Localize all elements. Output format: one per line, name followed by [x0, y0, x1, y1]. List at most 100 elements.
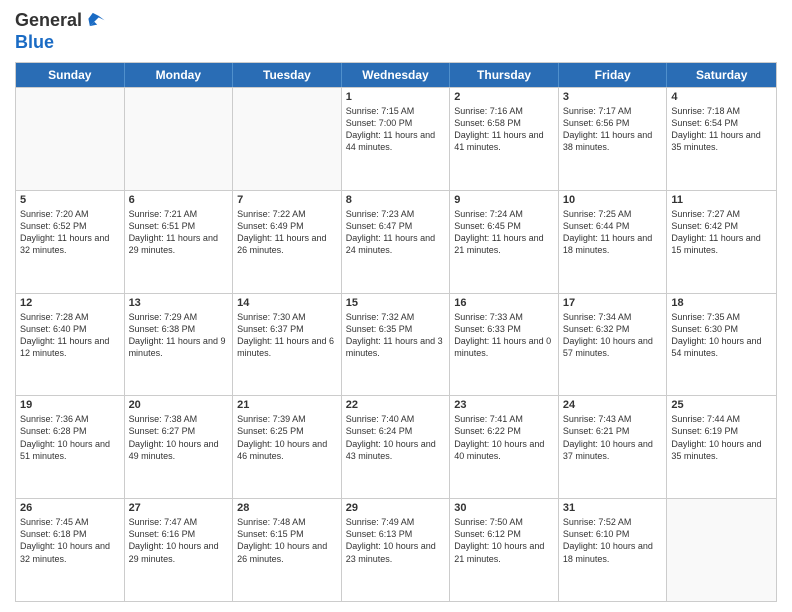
calendar-cell: 16Sunrise: 7:33 AM Sunset: 6:33 PM Dayli…	[450, 294, 559, 396]
calendar-cell: 28 Sunrise: 7:48 AM Sunset: 6:15 PM Dayli…	[233, 499, 342, 601]
day-number: 8	[346, 194, 446, 206]
calendar-cell: 2Sunrise: 7:16 AM Sunset: 6:58 PM Daylig…	[450, 88, 559, 190]
calendar-row: 5Sunrise: 7:20 AM Sunset: 6:52 PM Daylig…	[16, 190, 776, 293]
calendar-cell	[16, 88, 125, 190]
calendar-cell: 4 Sunrise: 7:18 AM Sunset: 6:54 PM Daylig…	[667, 88, 776, 190]
day-number: 4	[671, 91, 772, 103]
day-number: 3	[563, 91, 663, 103]
day-info: Sunrise: 7:52 AM Sunset: 6:10 PM Dayligh…	[563, 516, 663, 565]
day-number: 19	[20, 399, 120, 411]
day-info: Sunrise: 7:24 AM Sunset: 6:45 PM Dayligh…	[454, 208, 554, 257]
day-info: Sunrise: 7:23 AM Sunset: 6:47 PM Dayligh…	[346, 208, 446, 257]
day-info: Sunrise: 7:29 AM Sunset: 6:38 PM Dayligh…	[129, 311, 229, 360]
calendar-cell: 30Sunrise: 7:50 AM Sunset: 6:12 PM Dayli…	[450, 499, 559, 601]
day-info: Sunrise: 7:45 AM Sunset: 6:18 PM Dayligh…	[20, 516, 120, 565]
weekday-header: Friday	[559, 63, 668, 87]
day-info: Sunrise: 7:35 AM Sunset: 6:30 PM Dayligh…	[671, 311, 772, 360]
calendar-cell: 15 Sunrise: 7:32 AM Sunset: 6:35 PM Dayli…	[342, 294, 451, 396]
day-number: 28	[237, 502, 337, 514]
calendar-cell: 8 Sunrise: 7:23 AM Sunset: 6:47 PM Daylig…	[342, 191, 451, 293]
day-number: 22	[346, 399, 446, 411]
day-number: 9	[454, 194, 554, 206]
day-number: 1	[346, 91, 446, 103]
calendar-cell: 10 Sunrise: 7:25 AM Sunset: 6:44 PM Dayli…	[559, 191, 668, 293]
day-info: Sunrise: 7:22 AM Sunset: 6:49 PM Dayligh…	[237, 208, 337, 257]
calendar-cell	[233, 88, 342, 190]
day-info: Sunrise: 7:36 AM Sunset: 6:28 PM Dayligh…	[20, 413, 120, 462]
day-number: 16	[454, 297, 554, 309]
calendar-cell	[125, 88, 234, 190]
day-info: Sunrise: 7:20 AM Sunset: 6:52 PM Dayligh…	[20, 208, 120, 257]
calendar-cell: 20Sunrise: 7:38 AM Sunset: 6:27 PM Dayli…	[125, 396, 234, 498]
calendar-cell: 22 Sunrise: 7:40 AM Sunset: 6:24 PM Dayli…	[342, 396, 451, 498]
calendar-cell: 11Sunrise: 7:27 AM Sunset: 6:42 PM Dayli…	[667, 191, 776, 293]
calendar-cell: 25Sunrise: 7:44 AM Sunset: 6:19 PM Dayli…	[667, 396, 776, 498]
calendar-cell: 12 Sunrise: 7:28 AM Sunset: 6:40 PM Dayli…	[16, 294, 125, 396]
day-number: 26	[20, 502, 120, 514]
calendar-cell: 9 Sunrise: 7:24 AM Sunset: 6:45 PM Daylig…	[450, 191, 559, 293]
logo-bird-icon	[84, 10, 106, 32]
day-info: Sunrise: 7:47 AM Sunset: 6:16 PM Dayligh…	[129, 516, 229, 565]
calendar-cell: 1 Sunrise: 7:15 AM Sunset: 7:00 PM Daylig…	[342, 88, 451, 190]
day-info: Sunrise: 7:30 AM Sunset: 6:37 PM Dayligh…	[237, 311, 337, 360]
weekday-header: Thursday	[450, 63, 559, 87]
day-number: 10	[563, 194, 663, 206]
calendar-cell: 29Sunrise: 7:49 AM Sunset: 6:13 PM Dayli…	[342, 499, 451, 601]
day-info: Sunrise: 7:25 AM Sunset: 6:44 PM Dayligh…	[563, 208, 663, 257]
logo-blue: Blue	[15, 32, 106, 54]
day-number: 6	[129, 194, 229, 206]
day-info: Sunrise: 7:32 AM Sunset: 6:35 PM Dayligh…	[346, 311, 446, 360]
day-info: Sunrise: 7:18 AM Sunset: 6:54 PM Dayligh…	[671, 105, 772, 154]
weekday-header: Saturday	[667, 63, 776, 87]
day-number: 18	[671, 297, 772, 309]
calendar-cell: 18 Sunrise: 7:35 AM Sunset: 6:30 PM Dayli…	[667, 294, 776, 396]
day-info: Sunrise: 7:34 AM Sunset: 6:32 PM Dayligh…	[563, 311, 663, 360]
weekday-header: Wednesday	[342, 63, 451, 87]
calendar-cell: 17 Sunrise: 7:34 AM Sunset: 6:32 PM Dayli…	[559, 294, 668, 396]
day-number: 12	[20, 297, 120, 309]
day-info: Sunrise: 7:40 AM Sunset: 6:24 PM Dayligh…	[346, 413, 446, 462]
calendar-cell: 5Sunrise: 7:20 AM Sunset: 6:52 PM Daylig…	[16, 191, 125, 293]
day-number: 17	[563, 297, 663, 309]
day-info: Sunrise: 7:16 AM Sunset: 6:58 PM Dayligh…	[454, 105, 554, 154]
calendar-cell	[667, 499, 776, 601]
calendar-header: SundayMondayTuesdayWednesdayThursdayFrid…	[16, 63, 776, 87]
day-info: Sunrise: 7:43 AM Sunset: 6:21 PM Dayligh…	[563, 413, 663, 462]
day-info: Sunrise: 7:15 AM Sunset: 7:00 PM Dayligh…	[346, 105, 446, 154]
calendar-cell: 13Sunrise: 7:29 AM Sunset: 6:38 PM Dayli…	[125, 294, 234, 396]
day-number: 7	[237, 194, 337, 206]
calendar-cell: 23 Sunrise: 7:41 AM Sunset: 6:22 PM Dayli…	[450, 396, 559, 498]
day-info: Sunrise: 7:48 AM Sunset: 6:15 PM Dayligh…	[237, 516, 337, 565]
logo: General Blue	[15, 10, 106, 54]
day-info: Sunrise: 7:21 AM Sunset: 6:51 PM Dayligh…	[129, 208, 229, 257]
day-number: 29	[346, 502, 446, 514]
day-info: Sunrise: 7:27 AM Sunset: 6:42 PM Dayligh…	[671, 208, 772, 257]
calendar-row: 19 Sunrise: 7:36 AM Sunset: 6:28 PM Dayli…	[16, 395, 776, 498]
day-number: 27	[129, 502, 229, 514]
day-number: 21	[237, 399, 337, 411]
calendar-cell: 14Sunrise: 7:30 AM Sunset: 6:37 PM Dayli…	[233, 294, 342, 396]
calendar-row: 12 Sunrise: 7:28 AM Sunset: 6:40 PM Dayli…	[16, 293, 776, 396]
day-info: Sunrise: 7:44 AM Sunset: 6:19 PM Dayligh…	[671, 413, 772, 462]
logo-text: General	[15, 10, 106, 32]
weekday-header: Sunday	[16, 63, 125, 87]
calendar-cell: 7 Sunrise: 7:22 AM Sunset: 6:49 PM Daylig…	[233, 191, 342, 293]
calendar-cell: 27 Sunrise: 7:47 AM Sunset: 6:16 PM Dayli…	[125, 499, 234, 601]
calendar-row: 1 Sunrise: 7:15 AM Sunset: 7:00 PM Daylig…	[16, 87, 776, 190]
calendar-cell: 6 Sunrise: 7:21 AM Sunset: 6:51 PM Daylig…	[125, 191, 234, 293]
day-info: Sunrise: 7:50 AM Sunset: 6:12 PM Dayligh…	[454, 516, 554, 565]
day-info: Sunrise: 7:41 AM Sunset: 6:22 PM Dayligh…	[454, 413, 554, 462]
logo-general: General	[15, 10, 82, 30]
weekday-header: Monday	[125, 63, 234, 87]
calendar-body: 1 Sunrise: 7:15 AM Sunset: 7:00 PM Daylig…	[16, 87, 776, 601]
calendar-row: 26 Sunrise: 7:45 AM Sunset: 6:18 PM Dayli…	[16, 498, 776, 601]
day-info: Sunrise: 7:28 AM Sunset: 6:40 PM Dayligh…	[20, 311, 120, 360]
day-number: 15	[346, 297, 446, 309]
day-number: 23	[454, 399, 554, 411]
weekday-header: Tuesday	[233, 63, 342, 87]
day-number: 31	[563, 502, 663, 514]
calendar-cell: 31 Sunrise: 7:52 AM Sunset: 6:10 PM Dayli…	[559, 499, 668, 601]
calendar-cell: 3Sunrise: 7:17 AM Sunset: 6:56 PM Daylig…	[559, 88, 668, 190]
day-info: Sunrise: 7:38 AM Sunset: 6:27 PM Dayligh…	[129, 413, 229, 462]
page-header: General Blue	[15, 10, 777, 54]
